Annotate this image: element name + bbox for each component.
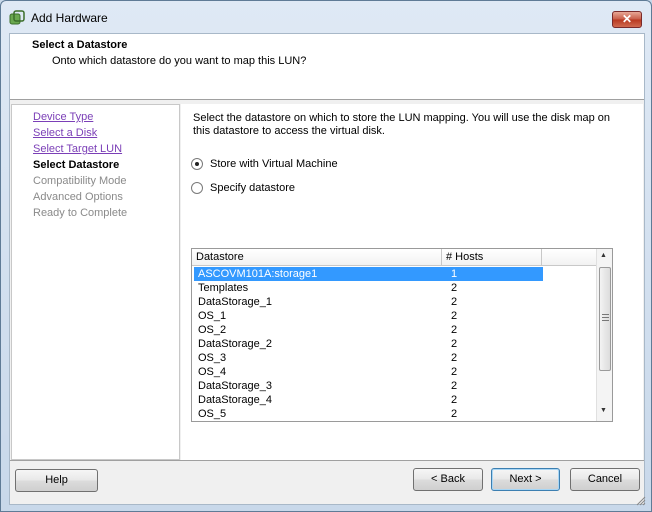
cell-host-count: 2	[451, 380, 458, 392]
table-row[interactable]: DataStorage_2 2	[192, 337, 596, 351]
cancel-button[interactable]: Cancel	[570, 468, 640, 491]
cell-host-count: 2	[451, 352, 458, 364]
datastore-table: Datastore # Hosts ASCOVM101A:storage1 1 Te…	[191, 248, 613, 422]
column-header-hosts[interactable]: # Hosts	[442, 249, 542, 266]
nav-step-advanced-options: Advanced Options	[33, 191, 123, 203]
radio-specify-datastore[interactable]	[191, 182, 203, 194]
nav-step-select-datastore: Select Datastore	[33, 159, 120, 171]
cell-host-count: 2	[451, 408, 458, 420]
wizard-header: Select a Datastore Onto which datastore …	[10, 34, 644, 100]
row-highlight: ASCOVM101A:storage1 1	[194, 267, 543, 281]
footer-divider	[10, 460, 644, 461]
cell-datastore-name: OS_2	[198, 324, 227, 336]
cell-host-count: 2	[451, 394, 458, 406]
radio-specify-datastore-label: Specify datastore	[210, 182, 295, 194]
next-button[interactable]: Next >	[491, 468, 560, 491]
cell-datastore-name: DataStorage_2	[198, 338, 272, 350]
row-highlight: OS_5 2	[194, 407, 543, 421]
row-highlight: OS_2 2	[194, 323, 543, 337]
title-bar[interactable]: Add Hardware ✕	[1, 1, 651, 33]
help-button[interactable]: Help	[15, 469, 98, 492]
row-highlight: OS_3 2	[194, 351, 543, 365]
cancel-button-label: Cancel	[587, 473, 623, 485]
cell-datastore-name: OS_5	[198, 408, 227, 420]
cell-host-count: 2	[451, 282, 458, 294]
wizard-content: Select the datastore on which to store t…	[181, 104, 643, 460]
vsphere-app-icon	[9, 10, 25, 25]
nav-step-compatibility-mode: Compatibility Mode	[33, 175, 127, 187]
cell-host-count: 2	[451, 324, 458, 336]
row-highlight: Templates 2	[194, 281, 543, 295]
cell-datastore-name: DataStorage_1	[198, 296, 272, 308]
table-row[interactable]: OS_3 2	[192, 351, 596, 365]
table-body: ASCOVM101A:storage1 1 Templates 2 DataStorag…	[192, 267, 596, 421]
scroll-down-arrow-icon[interactable]: ▼	[600, 407, 607, 414]
table-row[interactable]: OS_4 2	[192, 365, 596, 379]
table-row[interactable]: ASCOVM101A:storage1 1	[192, 267, 596, 281]
cell-datastore-name: OS_4	[198, 366, 227, 378]
row-highlight: OS_1 2	[194, 309, 543, 323]
cell-host-count: 2	[451, 338, 458, 350]
cell-datastore-name: OS_1	[198, 310, 227, 322]
cell-host-count: 2	[451, 296, 458, 308]
nav-step-ready-to-complete: Ready to Complete	[33, 207, 128, 219]
table-row[interactable]: OS_1 2	[192, 309, 596, 323]
store-with-vm-option[interactable]: Store with Virtual Machine	[191, 158, 338, 170]
row-highlight: DataStorage_2 2	[194, 337, 543, 351]
cell-datastore-name: ASCOVM101A:storage1	[198, 268, 318, 280]
table-header: Datastore # Hosts	[192, 249, 596, 266]
wizard-client-area: Select a Datastore Onto which datastore …	[9, 33, 646, 506]
table-scrollbar[interactable]: ▲ ▼	[596, 249, 612, 421]
cell-host-count: 2	[451, 310, 458, 322]
nav-step-select-disk[interactable]: Select a Disk	[33, 127, 97, 139]
row-highlight: OS_4 2	[194, 365, 543, 379]
nav-step-select-target-lun[interactable]: Select Target LUN	[33, 143, 122, 155]
cell-host-count: 2	[451, 366, 458, 378]
table-row[interactable]: Templates 2	[192, 281, 596, 295]
scrollbar-grip-icon	[602, 314, 609, 321]
table-row[interactable]: DataStorage_1 2	[192, 295, 596, 309]
wizard-steps-nav: Device Type Select a Disk Select Target …	[11, 104, 180, 460]
window-title: Add Hardware	[31, 11, 108, 25]
help-button-label: Help	[45, 474, 68, 486]
scrollbar-thumb[interactable]	[599, 267, 611, 371]
scroll-up-arrow-icon[interactable]: ▲	[600, 252, 607, 259]
next-button-label: Next >	[509, 473, 542, 485]
radio-store-with-vm[interactable]	[191, 158, 203, 170]
cell-host-count: 1	[451, 268, 458, 280]
back-button[interactable]: < Back	[413, 468, 483, 491]
page-title: Select a Datastore	[32, 39, 128, 51]
close-button[interactable]: ✕	[612, 11, 642, 28]
cell-datastore-name: OS_3	[198, 352, 227, 364]
cell-datastore-name: DataStorage_4	[198, 394, 272, 406]
back-button-label: < Back	[431, 473, 465, 485]
cell-datastore-name: DataStorage_3	[198, 380, 272, 392]
resize-grip-icon[interactable]	[636, 496, 646, 506]
add-hardware-window: Add Hardware ✕ Select a Datastore Onto w…	[0, 0, 652, 512]
column-header-datastore[interactable]: Datastore	[192, 249, 442, 266]
row-highlight: DataStorage_4 2	[194, 393, 543, 407]
cell-datastore-name: Templates	[198, 282, 249, 294]
nav-step-device-type[interactable]: Device Type	[33, 111, 93, 123]
specify-datastore-option[interactable]: Specify datastore	[191, 182, 295, 194]
row-highlight: DataStorage_3 2	[194, 379, 543, 393]
page-subtitle: Onto which datastore do you want to map …	[52, 55, 307, 67]
table-row[interactable]: OS_5 2	[192, 407, 596, 421]
instructions-text: Select the datastore on which to store t…	[193, 112, 611, 137]
table-row[interactable]: DataStorage_3 2	[192, 379, 596, 393]
close-icon: ✕	[621, 12, 633, 26]
radio-store-with-vm-label: Store with Virtual Machine	[210, 158, 338, 170]
table-row[interactable]: DataStorage_4 2	[192, 393, 596, 407]
row-highlight: DataStorage_1 2	[194, 295, 543, 309]
table-row[interactable]: OS_2 2	[192, 323, 596, 337]
